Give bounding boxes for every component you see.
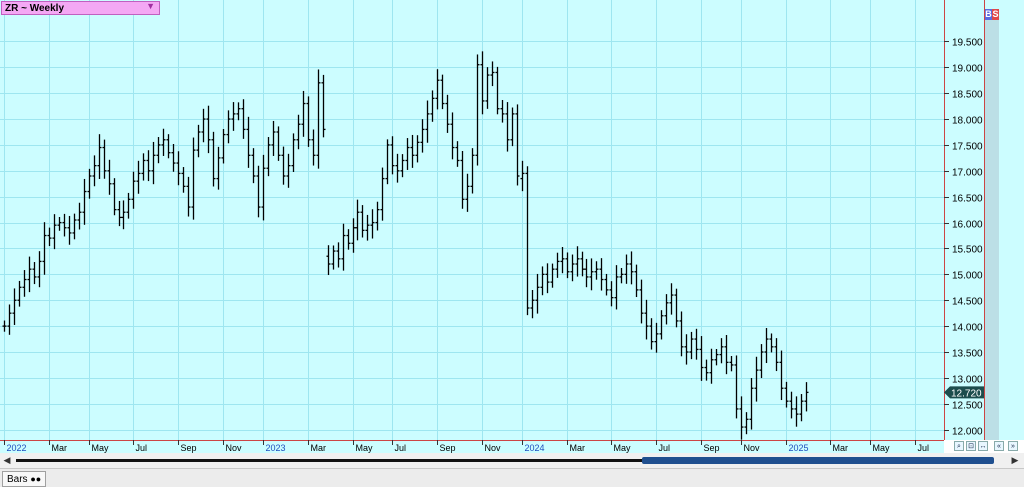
sell-label[interactable]: S bbox=[992, 9, 999, 20]
plot-background bbox=[0, 0, 944, 440]
time-tick-label: Jul bbox=[659, 443, 671, 453]
time-tick-label: Nov bbox=[744, 443, 761, 453]
price-tick-label: 13.500 bbox=[952, 349, 983, 360]
time-tick-label: 2024 bbox=[525, 443, 545, 453]
price-tick-label: 12.500 bbox=[952, 401, 983, 412]
time-tick-label: 2025 bbox=[789, 443, 809, 453]
price-tick-label: 19.500 bbox=[952, 38, 983, 49]
time-tick-label: May bbox=[92, 443, 110, 453]
price-tick-label: 19.000 bbox=[952, 64, 983, 75]
time-tick-label: Mar bbox=[833, 443, 849, 453]
time-tick-label: Jul bbox=[395, 443, 407, 453]
bars-tab[interactable]: Bars ●● bbox=[2, 471, 47, 487]
status-bar: Bars ●● bbox=[0, 468, 1024, 487]
time-tick-label: Mar bbox=[311, 443, 327, 453]
zoom-in-icon[interactable]: ⌕ bbox=[954, 441, 964, 451]
collapse-icon[interactable]: « bbox=[994, 441, 1004, 451]
chart-area[interactable]: 12.000 12.500 13.000 13.500 14.000 14.500 15.0… bbox=[0, 0, 1024, 487]
triangle-down-icon[interactable]: ▼ bbox=[146, 1, 155, 11]
time-tick-label: Sep bbox=[704, 443, 720, 453]
price-tick-label: 13.000 bbox=[952, 375, 983, 386]
price-tick-label: 17.500 bbox=[952, 142, 983, 153]
time-tick-label: Nov bbox=[226, 443, 243, 453]
time-tick-label: May bbox=[614, 443, 632, 453]
price-tick-label: 16.000 bbox=[952, 220, 983, 231]
fit-range-icon[interactable]: ↔ bbox=[978, 441, 988, 451]
symbol-label: ZR ~ Weekly bbox=[5, 3, 65, 14]
buy-label[interactable]: B bbox=[985, 9, 992, 20]
price-tick-label: 14.000 bbox=[952, 323, 983, 334]
price-tick-label: 12.000 bbox=[952, 427, 983, 438]
scroll-thumb[interactable] bbox=[642, 457, 994, 464]
time-tick-label: 2022 bbox=[7, 443, 27, 453]
time-tick-label: Mar bbox=[570, 443, 586, 453]
price-tick-label: 18.500 bbox=[952, 90, 983, 101]
price-tick-label: 18.000 bbox=[952, 116, 983, 127]
time-tick-label: Jul bbox=[918, 443, 930, 453]
time-tick-label: Sep bbox=[440, 443, 456, 453]
time-tick-label: Jul bbox=[136, 443, 148, 453]
price-tick-label: 15.000 bbox=[952, 271, 983, 282]
expand-icon[interactable]: » bbox=[1008, 441, 1018, 451]
time-tick-label: May bbox=[873, 443, 891, 453]
last-price-label: 12.720 bbox=[951, 388, 982, 399]
scroll-right-icon[interactable]: ▶ bbox=[1009, 454, 1021, 466]
time-tick-label: Mar bbox=[52, 443, 68, 453]
side-panel-strip bbox=[985, 20, 999, 440]
double-dot-icon: ●● bbox=[30, 474, 42, 484]
scroll-left-icon[interactable]: ◀ bbox=[1, 454, 13, 466]
price-chart-svg[interactable]: 12.000 12.500 13.000 13.500 14.000 14.500 15.0… bbox=[0, 0, 1024, 487]
price-tick-label: 17.000 bbox=[952, 168, 983, 179]
price-tick-label: 14.500 bbox=[952, 297, 983, 308]
time-tick-label: Nov bbox=[485, 443, 502, 453]
time-tick-label: Sep bbox=[181, 443, 197, 453]
buy-sell-indicator[interactable]: B S bbox=[985, 9, 999, 20]
symbol-selector[interactable]: ZR ~ Weekly ▼ bbox=[1, 1, 160, 15]
time-tick-label: 2023 bbox=[266, 443, 286, 453]
price-tick-label: 16.500 bbox=[952, 194, 983, 205]
bars-tab-label: Bars bbox=[7, 474, 28, 485]
price-tick-label: 15.500 bbox=[952, 245, 983, 256]
time-tick-label: May bbox=[356, 443, 374, 453]
auto-scale-icon[interactable]: ⊡ bbox=[966, 441, 976, 451]
time-scrollbar[interactable]: ◀ ▶ bbox=[0, 453, 1024, 468]
